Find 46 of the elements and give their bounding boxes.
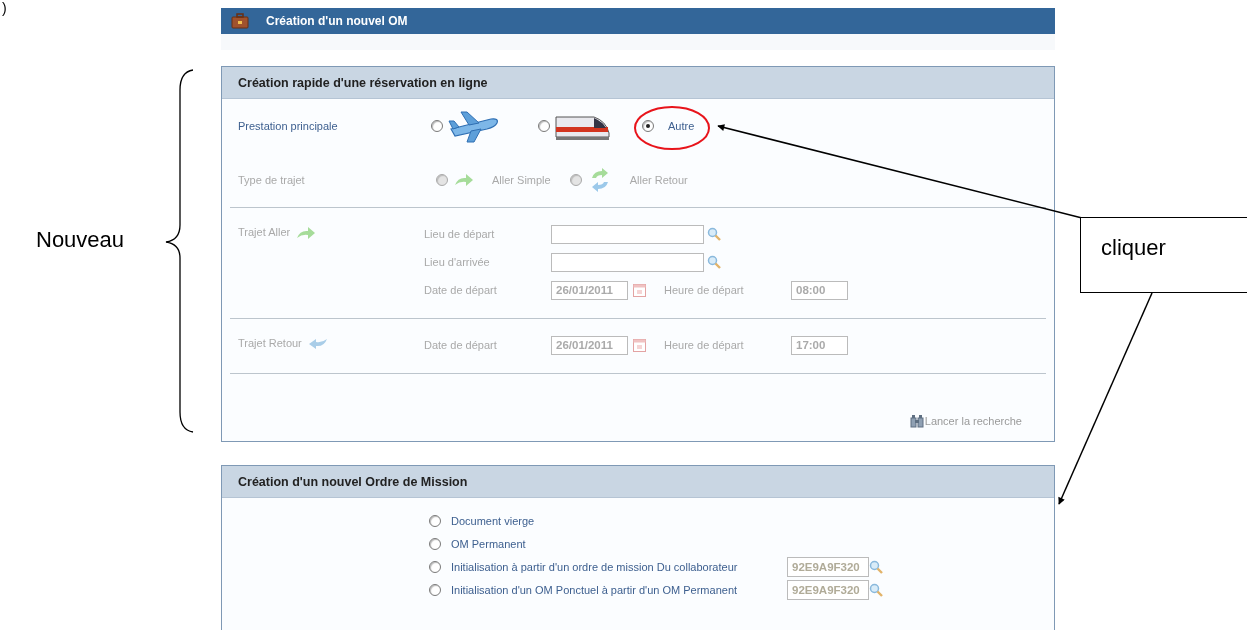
arrow-icon [307,337,328,349]
field-label: Heure de départ [664,339,745,351]
arrow-icon [296,226,317,240]
option-label: Initialisation à partir d'un ordre de mission Du collaborateur [451,560,739,573]
input-field[interactable] [551,224,704,244]
calendar-icon [633,283,646,297]
radio-button[interactable] [429,537,441,550]
option-label: Aller Retour [629,174,688,186]
airplane-icon [447,109,501,143]
caption-fragment: ) [2,0,7,16]
section-label: Trajet Retour [238,337,302,349]
option-label: Document vierge [451,514,536,527]
callout-text: cliquer [1101,235,1166,260]
search-icon [707,255,721,269]
field-label: Prestation principale [238,120,339,132]
field-label: Lieu d'arrivée [424,256,491,268]
calendar-icon [633,338,646,352]
field-label: Type de trajet [238,174,306,186]
option-label: Aller Simple [492,174,551,186]
option-label: Autre [668,120,695,132]
input-field[interactable] [551,252,704,272]
field-label: Lieu de départ [424,228,496,240]
search-icon [707,227,721,241]
radio-button[interactable] [642,120,654,132]
field-label: Date de départ [424,284,498,296]
option-label: Initialisation d'un OM Ponctuel à partir d'un OM Permanent [451,583,739,596]
radio-button[interactable] [429,583,441,596]
header-title: Création d'un nouvel OM [266,14,408,28]
arrow-icon [454,173,474,187]
radio-button[interactable] [429,560,441,573]
field-label: Date de départ [424,339,498,351]
panel-title: Création d'un nouvel Ordre de Mission [222,466,1054,498]
radio-button[interactable] [431,120,443,132]
input-field[interactable]: 92E9A9F320 [787,579,869,600]
section-label: Trajet Aller [238,226,291,238]
search-icon [869,559,883,574]
briefcase-icon [231,13,249,29]
radio-button[interactable] [429,514,441,527]
field-label: Heure de départ [664,284,745,296]
radio-button[interactable] [538,120,550,132]
brace-label: Nouveau [36,227,125,253]
option-label: OM Permanent [451,537,527,550]
panel-title: Création rapide d'une réservation en ligne [222,67,1054,99]
binoculars-icon [909,414,924,428]
search-icon [869,582,883,597]
input-field[interactable]: 92E9A9F320 [787,556,869,577]
